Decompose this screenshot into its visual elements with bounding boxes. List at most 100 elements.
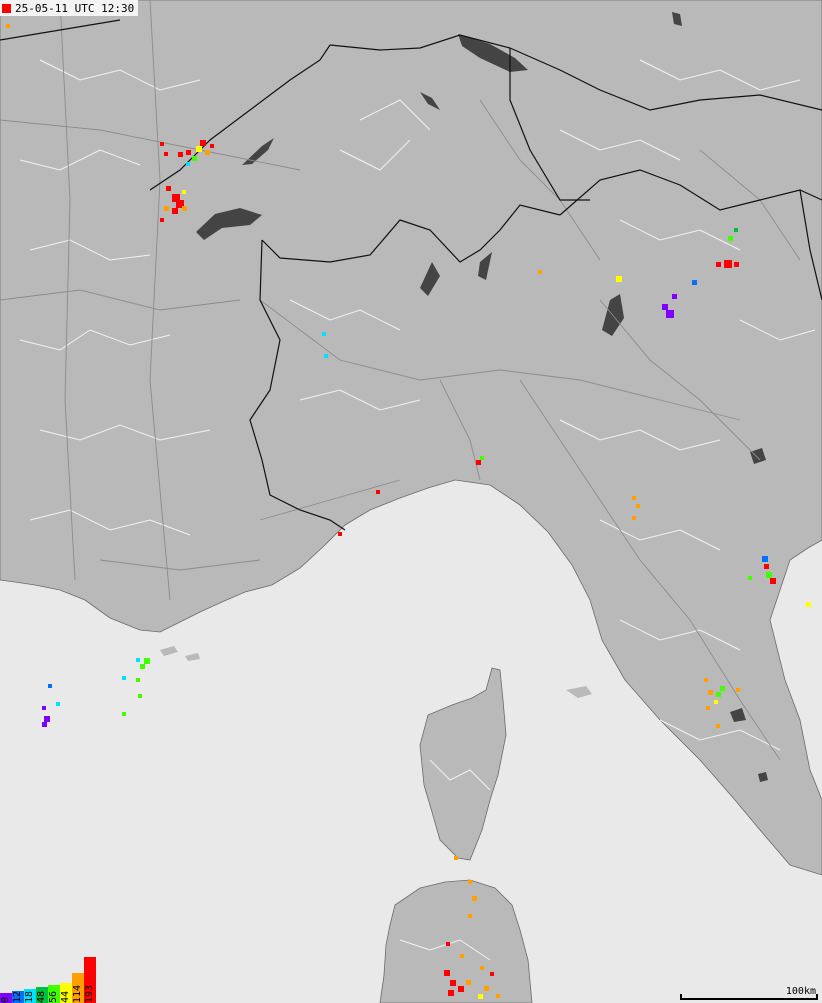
strike-marker bbox=[164, 152, 168, 156]
strike-marker bbox=[472, 896, 477, 901]
strike-marker bbox=[200, 140, 206, 146]
strike-marker bbox=[205, 150, 210, 155]
strike-marker bbox=[468, 914, 472, 918]
strike-marker bbox=[122, 712, 126, 716]
scale-tick-right bbox=[816, 994, 818, 1000]
scale-label: 100km bbox=[785, 986, 816, 997]
legend-label: 114 bbox=[72, 984, 83, 1003]
strike-marker bbox=[324, 354, 328, 358]
strike-marker bbox=[480, 456, 484, 460]
strike-marker bbox=[186, 162, 190, 166]
strike-marker bbox=[48, 684, 52, 688]
legend-item: 48 bbox=[36, 987, 48, 1003]
strike-marker bbox=[182, 190, 186, 194]
strike-marker bbox=[616, 276, 622, 282]
legend-item: 12 bbox=[12, 991, 24, 1003]
legend-item: 0 bbox=[0, 993, 12, 1003]
scale-line bbox=[680, 998, 818, 1000]
strike-marker bbox=[714, 700, 718, 704]
strike-marker bbox=[716, 724, 720, 728]
strike-marker bbox=[322, 332, 326, 336]
strike-marker bbox=[196, 146, 202, 152]
legend-label: 44 bbox=[60, 990, 71, 1003]
scale-tick-left bbox=[680, 994, 682, 1000]
strike-marker bbox=[448, 990, 454, 996]
strike-marker bbox=[728, 236, 733, 241]
legend-item: 56 bbox=[48, 985, 60, 1003]
strike-marker bbox=[450, 980, 456, 986]
strike-marker bbox=[692, 280, 697, 285]
lightning-map bbox=[0, 0, 822, 1003]
strike-marker bbox=[138, 694, 142, 698]
strike-marker bbox=[724, 260, 732, 268]
strike-marker bbox=[136, 678, 140, 682]
strike-marker bbox=[720, 686, 725, 691]
strike-marker bbox=[478, 994, 483, 999]
legend-label: 0 bbox=[0, 996, 11, 1003]
strike-marker bbox=[166, 186, 171, 191]
strike-marker bbox=[476, 460, 481, 465]
strike-marker bbox=[140, 664, 145, 669]
legend-label: 18 bbox=[24, 990, 35, 1003]
strike-marker bbox=[468, 880, 472, 884]
legend-item: 18 bbox=[24, 989, 36, 1003]
strike-marker bbox=[704, 678, 708, 682]
strike-marker bbox=[182, 206, 187, 211]
strike-marker bbox=[764, 564, 769, 569]
strike-marker bbox=[460, 954, 464, 958]
legend-label: 12 bbox=[12, 990, 23, 1003]
strike-marker bbox=[144, 658, 150, 664]
legend-label: 193 bbox=[84, 984, 95, 1003]
strike-marker bbox=[662, 304, 668, 310]
strike-marker bbox=[734, 228, 738, 232]
strike-marker bbox=[338, 532, 342, 536]
strike-marker bbox=[192, 156, 197, 161]
strike-marker bbox=[706, 706, 710, 710]
strike-marker bbox=[770, 578, 776, 584]
strike-marker bbox=[736, 688, 740, 692]
strike-marker bbox=[496, 994, 500, 998]
strike-marker bbox=[666, 310, 674, 318]
strike-marker bbox=[160, 142, 164, 146]
timestamp-label: 25-05-11 UTC 12:30 bbox=[0, 0, 139, 16]
strike-marker bbox=[762, 556, 768, 562]
legend-label: 48 bbox=[36, 990, 47, 1003]
strike-marker bbox=[716, 692, 721, 697]
strike-marker bbox=[636, 504, 640, 508]
strike-marker bbox=[178, 152, 183, 157]
strike-marker bbox=[806, 602, 811, 607]
timestamp-color-square bbox=[2, 3, 11, 13]
strike-marker bbox=[446, 942, 450, 946]
strike-marker bbox=[376, 490, 380, 494]
strike-marker bbox=[444, 970, 450, 976]
strike-marker bbox=[734, 262, 739, 267]
strike-marker bbox=[6, 24, 10, 28]
strike-marker bbox=[164, 206, 169, 211]
strike-marker bbox=[122, 676, 126, 680]
strike-marker bbox=[466, 980, 471, 985]
strike-marker bbox=[766, 572, 772, 578]
strike-marker bbox=[632, 496, 636, 500]
strike-marker bbox=[186, 150, 191, 155]
strike-marker bbox=[42, 706, 46, 710]
strike-marker bbox=[160, 218, 164, 222]
legend-item: 114 bbox=[72, 973, 84, 1003]
color-legend: 0 12 18 48 56 44 114 193 bbox=[0, 957, 96, 1003]
strike-marker bbox=[708, 690, 713, 695]
strike-marker bbox=[210, 144, 214, 148]
legend-item: 193 bbox=[84, 957, 96, 1003]
strike-marker bbox=[490, 972, 494, 976]
strike-marker bbox=[480, 966, 484, 970]
strike-marker bbox=[484, 986, 489, 991]
strike-marker bbox=[748, 576, 752, 580]
strike-marker bbox=[672, 294, 677, 299]
strike-marker bbox=[44, 716, 50, 722]
strike-marker bbox=[42, 722, 47, 727]
strike-marker bbox=[56, 702, 60, 706]
strike-marker bbox=[136, 658, 140, 662]
timestamp-text: 25-05-11 UTC 12:30 bbox=[15, 1, 135, 15]
strike-marker bbox=[172, 208, 178, 214]
strike-marker bbox=[538, 270, 542, 274]
strike-marker bbox=[632, 516, 636, 520]
legend-label: 56 bbox=[48, 990, 59, 1003]
